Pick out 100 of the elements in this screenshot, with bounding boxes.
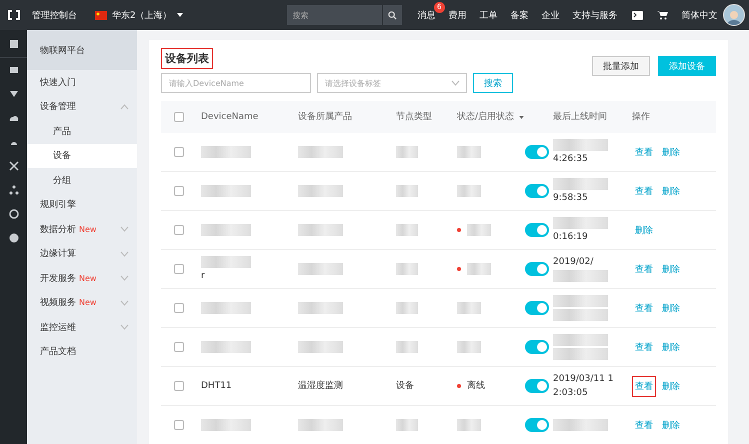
sidebar-item[interactable]: 视频服务 New (27, 290, 137, 315)
flag-icon (95, 10, 107, 20)
new-label: New (79, 298, 96, 308)
checkbox[interactable] (174, 342, 184, 352)
column-header: 最后上线时间 (553, 111, 608, 123)
redacted-block (298, 224, 343, 236)
search-button[interactable] (382, 5, 402, 25)
last-online-time: 2019/02/ (553, 256, 594, 268)
device-name-field[interactable]: 请输入DeviceName (161, 73, 311, 93)
top-nav-link[interactable]: 备案 (510, 8, 529, 22)
enable-switch[interactable] (525, 379, 549, 393)
checkbox[interactable] (174, 147, 184, 157)
top-nav-link[interactable]: 支持与服务 (572, 8, 618, 22)
redacted-block (457, 419, 481, 431)
enable-switch[interactable] (525, 262, 549, 276)
last-online-time: 0:16:19 (553, 231, 589, 243)
redacted-block (553, 178, 608, 190)
redacted-block (457, 185, 481, 197)
enable-switch[interactable] (525, 184, 549, 198)
column-header: 设备所属产品 (298, 111, 353, 123)
sidebar-subitem[interactable]: 设备 (27, 144, 137, 168)
enable-switch[interactable] (525, 223, 549, 237)
enable-switch[interactable] (525, 145, 549, 159)
batch-add-button[interactable]: 批量添加 (592, 56, 650, 76)
sidebar-subitem[interactable]: 分组 (27, 168, 137, 192)
redacted-block (457, 146, 481, 158)
sidebar-title: 物联网平台 (27, 30, 137, 70)
top-nav-link[interactable]: 消息 (418, 8, 436, 22)
chevron-icon (120, 104, 129, 110)
redacted-block (553, 139, 608, 151)
cross-icon (8, 161, 18, 171)
redacted-block (298, 185, 343, 197)
circle-icon (8, 233, 18, 243)
redacted-block (396, 302, 418, 314)
top-nav-link[interactable]: 费用 (448, 8, 467, 22)
redacted-block (467, 263, 491, 275)
redacted-block (201, 419, 251, 431)
sidebar-item[interactable]: 设备管理 (27, 94, 137, 119)
page-title: 设备列表 (161, 48, 213, 69)
caret-icon (176, 13, 183, 17)
top-nav-link[interactable]: 企业 (542, 8, 560, 22)
redacted-block (553, 309, 608, 321)
sidebar-item[interactable]: 边缘计算 (27, 242, 137, 266)
status-text: 离线 (467, 380, 485, 392)
redacted-block (457, 341, 481, 353)
redacted-block (553, 419, 608, 431)
sidebar-item[interactable]: 快速入门 (27, 70, 137, 94)
checkbox[interactable] (174, 303, 184, 313)
last-online-time: 4:26:35 (553, 153, 589, 165)
terminal-icon[interactable] (632, 10, 643, 20)
redacted-block (553, 217, 608, 229)
redacted-block (457, 302, 481, 314)
checkbox[interactable] (174, 264, 184, 274)
checkbox[interactable] (174, 112, 184, 122)
redacted-block (396, 224, 418, 236)
chevron-icon (451, 80, 460, 86)
sidebar-item[interactable]: 监控运维 (27, 315, 137, 340)
search-field[interactable]: 搜索 (286, 5, 382, 25)
last-online-time: 9:58:35 (553, 192, 589, 204)
sidebar-item[interactable]: 产品文档 (27, 340, 137, 364)
enable-switch[interactable] (525, 301, 549, 315)
language-selector[interactable]: 简体中文 (682, 8, 718, 22)
redacted-block (396, 146, 418, 158)
sidebar-item[interactable]: 开发服务 New (27, 266, 137, 290)
console-title[interactable]: 管理控制台 (32, 8, 77, 22)
checkbox[interactable] (174, 420, 184, 430)
checkbox[interactable] (174, 186, 184, 196)
redacted-block (553, 295, 608, 307)
enable-switch[interactable] (525, 418, 549, 432)
node-type: 设备 (396, 380, 415, 392)
redacted-block (298, 419, 343, 431)
column-header: 操作 (632, 111, 651, 123)
redacted-block (201, 256, 251, 268)
checkbox[interactable] (174, 225, 184, 235)
search-icon (388, 10, 397, 20)
column-header: 节点类型 (396, 111, 433, 123)
device-name: r (201, 270, 206, 282)
tag-select[interactable]: 请选择设备标签 (317, 73, 467, 93)
avatar[interactable] (723, 4, 745, 26)
caret-icon (519, 116, 524, 119)
last-online-time: 2:03:05 (553, 387, 589, 399)
chevron-icon (120, 275, 129, 282)
new-label: New (79, 224, 96, 234)
redacted-block (553, 348, 608, 360)
sidebar-subitem[interactable]: 产品 (27, 119, 137, 144)
chevron-icon (120, 324, 129, 330)
checkbox[interactable] (174, 381, 184, 391)
cart-icon[interactable] (656, 10, 668, 20)
redacted-block (298, 302, 343, 314)
redacted-block (467, 224, 491, 236)
top-nav-link[interactable]: 工单 (480, 8, 498, 22)
redacted-block (396, 185, 418, 197)
sidebar-item[interactable]: 规则引擎 (27, 192, 137, 217)
sidebar-item[interactable]: 数据分析 New (27, 217, 137, 242)
enable-switch[interactable] (525, 340, 549, 354)
last-online-time: 2019/03/11 1 (553, 373, 614, 385)
redacted-block (298, 146, 343, 158)
column-header[interactable]: 状态/启用状态 (457, 111, 553, 123)
region-selector[interactable]: 华东2（上海） (95, 8, 183, 22)
redacted-block (201, 224, 251, 236)
